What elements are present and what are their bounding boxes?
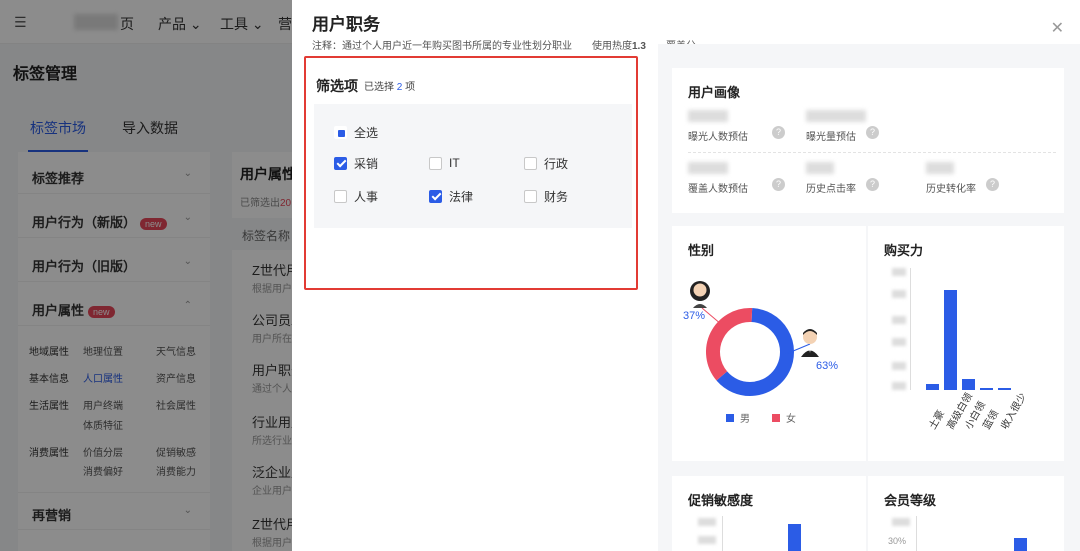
- help-icon[interactable]: ?: [772, 178, 785, 191]
- count-suffix: 项: [405, 82, 416, 93]
- card-heading: 购买力: [884, 243, 924, 258]
- legend-female[interactable]: 女: [772, 410, 796, 425]
- count-number: 2: [396, 82, 403, 93]
- count-prefix: 已选择: [364, 82, 394, 93]
- help-icon[interactable]: ?: [866, 178, 879, 191]
- option-label: 法律: [449, 189, 474, 204]
- close-icon[interactable]: ✕: [1051, 18, 1064, 38]
- checkbox-checked-icon: [429, 189, 442, 203]
- legend-swatch: [726, 413, 734, 422]
- card-heading: 用户画像: [688, 85, 741, 100]
- checkbox-icon: [429, 156, 442, 170]
- y-axis-line: [916, 516, 917, 551]
- filter-options-panel: 全选 采销 IT 行政 人事 法律 财务: [314, 104, 632, 228]
- male-percent: 63%: [816, 360, 839, 372]
- option-legal-checkbox[interactable]: 法律: [429, 188, 473, 204]
- option-label: 行政: [544, 156, 569, 171]
- blurred-value: [926, 162, 954, 174]
- tag-detail-drawer: 用户职务 注释：通过个人用户近一年购买图书所属的专业性划分职业 使用热度1.3 …: [292, 0, 1080, 551]
- heat-value: 1.3: [632, 41, 646, 52]
- select-all-checkbox[interactable]: 全选: [334, 124, 378, 140]
- option-finance-checkbox[interactable]: 财务: [524, 188, 568, 204]
- member-level-card: 会员等级 30%: [868, 476, 1064, 551]
- drawer-title: 用户职务: [312, 15, 380, 34]
- checkbox-indeterminate-icon: [334, 125, 347, 139]
- option-admin-checkbox[interactable]: 行政: [524, 155, 568, 171]
- checkbox-checked-icon: [334, 156, 347, 170]
- heat-metric: 使用热度1.3: [592, 37, 646, 52]
- dashed-divider: [688, 152, 1056, 153]
- drawer-note: 注释：通过个人用户近一年购买图书所属的专业性划分职业: [312, 41, 572, 52]
- stat-label: 历史转化率: [926, 184, 976, 195]
- purchasing-power-card: 购买力 土豪 高级白领 小白领 蓝领 收入很少: [868, 226, 1064, 461]
- purchase-bar: [944, 290, 957, 390]
- option-label: IT: [449, 156, 460, 170]
- blurred-axis-tick: [892, 268, 906, 276]
- checkbox-icon: [524, 156, 537, 170]
- option-hr-checkbox[interactable]: 人事: [334, 188, 378, 204]
- blurred-axis-tick: [892, 316, 906, 324]
- purchase-bar: [980, 388, 993, 390]
- option-label: 人事: [354, 189, 379, 204]
- blurred-axis-tick: [698, 518, 716, 526]
- option-label: 全选: [354, 125, 379, 140]
- stat-label: 历史点击率: [806, 184, 856, 195]
- modal-overlay[interactable]: [0, 0, 292, 551]
- stat-label: 曝光人数预估: [688, 132, 748, 143]
- blurred-axis-tick: [892, 518, 910, 526]
- male-avatar-icon: [801, 329, 819, 357]
- gender-donut-chart: [690, 281, 819, 396]
- blurred-value: [806, 110, 866, 122]
- axis-tick-label: 30%: [888, 536, 907, 546]
- y-axis-line: [722, 516, 723, 551]
- blurred-axis-tick: [892, 338, 906, 346]
- y-axis-line: [910, 268, 911, 390]
- user-portrait-card: 用户画像 曝光人数预估 ? 曝光量预估 ? 覆盖人数预估 ? 历史点击率 ? 历…: [672, 68, 1064, 213]
- option-label: 财务: [544, 189, 569, 204]
- option-label: 采销: [354, 156, 379, 171]
- card-heading: 会员等级: [884, 493, 937, 508]
- female-percent: 37%: [683, 310, 706, 322]
- filter-heading: 筛选项: [316, 78, 358, 94]
- checkbox-icon: [334, 189, 347, 203]
- option-it-checkbox[interactable]: IT: [429, 155, 460, 171]
- blurred-axis-tick: [698, 536, 716, 544]
- help-icon[interactable]: ?: [986, 178, 999, 191]
- checkbox-icon: [524, 189, 537, 203]
- analytics-panel: 用户画像 曝光人数预估 ? 曝光量预估 ? 覆盖人数预估 ? 历史点击率 ? 历…: [658, 44, 1080, 551]
- stat-label: 覆盖人数预估: [688, 184, 748, 195]
- blurred-value: [806, 162, 834, 174]
- purchase-bar: [926, 384, 939, 390]
- gender-card: 性别 37% 63% 男 女: [672, 226, 866, 461]
- blurred-axis-tick: [892, 362, 906, 370]
- legend-male[interactable]: 男: [726, 410, 750, 425]
- legend-swatch: [772, 413, 780, 422]
- purchase-bar: [962, 379, 975, 390]
- help-icon[interactable]: ?: [772, 126, 785, 139]
- promo-bar: [788, 524, 801, 551]
- help-icon[interactable]: ?: [866, 126, 879, 139]
- blurred-axis-tick: [892, 382, 906, 390]
- female-slice: [706, 308, 753, 381]
- x-tick-label: 收入很少: [999, 391, 1029, 432]
- legend-label: 女: [786, 414, 796, 425]
- card-heading: 促销敏感度: [688, 493, 754, 508]
- stat-label: 曝光量预估: [806, 132, 856, 143]
- blurred-axis-tick: [892, 290, 906, 298]
- member-bar: [1014, 538, 1027, 551]
- promo-sensitivity-card: 促销敏感度: [672, 476, 866, 551]
- purchase-bar: [998, 388, 1011, 390]
- blurred-value: [688, 110, 728, 122]
- filter-section: 筛选项 已选择 2 项 全选 采销 IT 行政 人事 法律 财务: [304, 56, 638, 290]
- legend-label: 男: [740, 414, 750, 425]
- selected-count: 已选择 2 项: [364, 78, 415, 93]
- female-avatar-icon: [690, 281, 710, 308]
- heat-label: 使用热度: [592, 41, 632, 52]
- blurred-value: [688, 162, 728, 174]
- option-procurement-checkbox[interactable]: 采销: [334, 155, 378, 171]
